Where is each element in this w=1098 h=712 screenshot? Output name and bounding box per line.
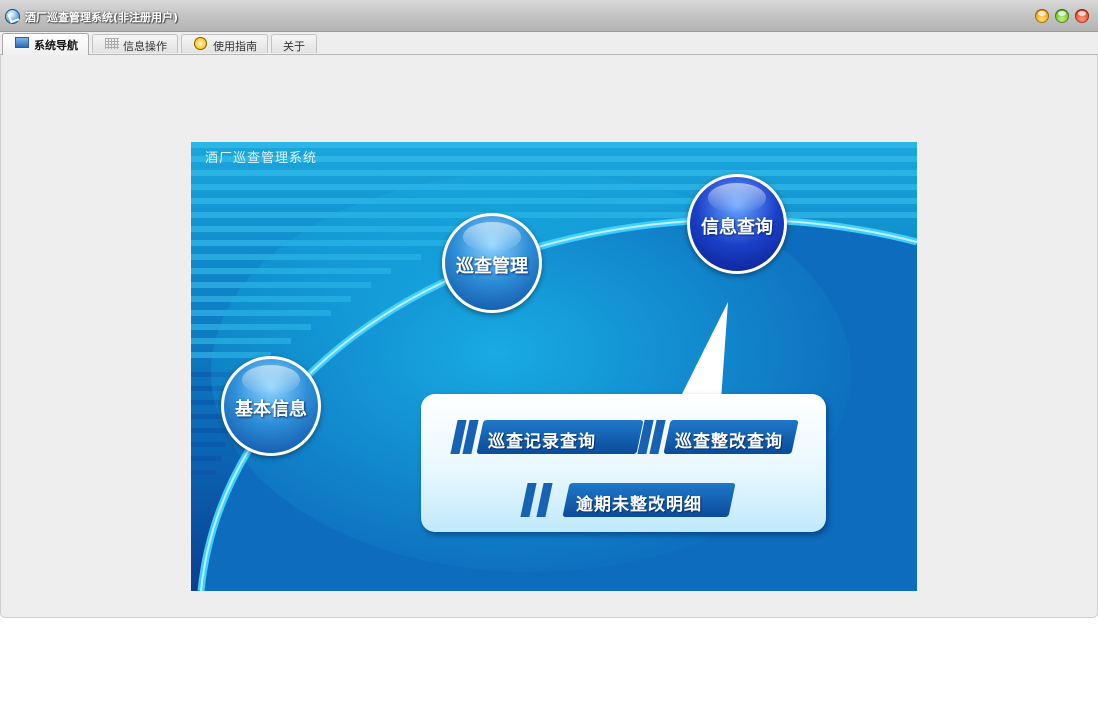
tab-label: 使用指南 bbox=[213, 40, 257, 53]
tab-label: 关于 bbox=[283, 40, 305, 53]
maximize-button[interactable] bbox=[1055, 9, 1069, 23]
inspection-rectification-query-button[interactable]: 巡查整改查询 bbox=[637, 420, 801, 454]
overdue-unrectified-details-label: 逾期未整改明细 bbox=[576, 495, 702, 515]
title-bar[interactable]: 酒厂巡查管理系统(非注册用户) bbox=[0, 0, 1098, 32]
tab-bar: 系统导航 信息操作 使用指南 关于 bbox=[0, 32, 1098, 55]
banner-title: 酒厂巡查管理系统 bbox=[205, 151, 318, 166]
navigation-banner: 酒厂巡查管理系统 基本信息 巡查管理 信息查询 巡查记录查询 巡查整改查询 逾期… bbox=[191, 142, 917, 591]
inspection-rectification-query-label: 巡查整改查询 bbox=[675, 432, 783, 452]
information-query-label: 信息查询 bbox=[701, 217, 773, 238]
minimize-button[interactable] bbox=[1035, 9, 1049, 23]
clock-icon bbox=[194, 37, 207, 50]
inspection-management-button[interactable]: 巡查管理 bbox=[442, 213, 542, 313]
tab-user-guide[interactable]: 使用指南 bbox=[181, 34, 268, 53]
inspection-management-label: 巡查管理 bbox=[456, 256, 528, 277]
inspection-record-query-button[interactable]: 巡查记录查询 bbox=[450, 420, 644, 454]
query-options-panel: 巡查记录查询 巡查整改查询 逾期未整改明细 bbox=[421, 394, 826, 532]
basic-info-label: 基本信息 bbox=[235, 399, 307, 420]
overdue-unrectified-details-button[interactable]: 逾期未整改明细 bbox=[520, 483, 736, 517]
close-button[interactable] bbox=[1075, 9, 1089, 23]
app-logo-icon bbox=[5, 9, 20, 24]
app-window: 酒厂巡查管理系统(非注册用户) 系统导航 信息操作 使用指南 关于 酒厂巡查管理… bbox=[0, 0, 1098, 618]
monitor-icon bbox=[15, 37, 29, 48]
tab-label: 系统导航 bbox=[34, 39, 78, 52]
tab-about[interactable]: 关于 bbox=[271, 34, 317, 53]
grid-icon bbox=[105, 38, 119, 49]
window-title: 酒厂巡查管理系统(非注册用户) bbox=[25, 11, 179, 24]
basic-info-button[interactable]: 基本信息 bbox=[221, 356, 321, 456]
tab-information-operation[interactable]: 信息操作 bbox=[92, 34, 178, 53]
information-query-button[interactable]: 信息查询 bbox=[687, 174, 787, 274]
tab-label: 信息操作 bbox=[123, 40, 167, 53]
tab-system-navigation[interactable]: 系统导航 bbox=[2, 33, 89, 55]
inspection-record-query-label: 巡查记录查询 bbox=[488, 432, 596, 452]
